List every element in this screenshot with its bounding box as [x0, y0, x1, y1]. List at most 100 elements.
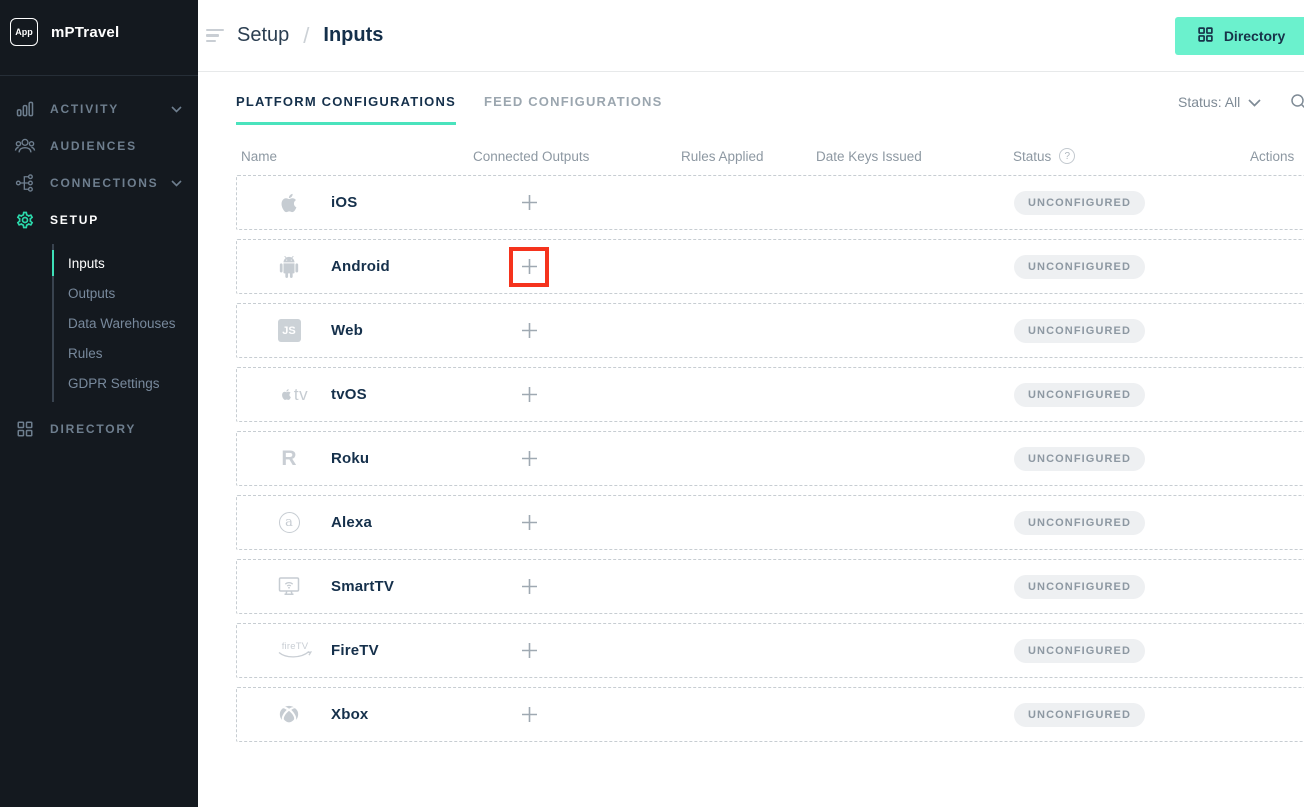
- sidebar: App mPTravel ACTIVITY: [0, 0, 198, 807]
- column-header-connected-outputs: Connected Outputs: [473, 149, 681, 164]
- table-row-alexa[interactable]: a Alexa UNCONFIGURED: [236, 495, 1304, 550]
- add-output-button[interactable]: [509, 567, 549, 607]
- top-header: Setup / Inputs Directory: [198, 0, 1304, 72]
- table-row-roku[interactable]: R Roku UNCONFIGURED: [236, 431, 1304, 486]
- directory-button[interactable]: Directory: [1175, 17, 1304, 55]
- workspace-switcher[interactable]: App mPTravel: [0, 0, 198, 62]
- chevron-down-icon: [171, 174, 182, 192]
- add-output-button[interactable]: [509, 183, 549, 223]
- platform-name: SmartTV: [331, 578, 394, 595]
- android-icon: [277, 256, 301, 278]
- main-area: Setup / Inputs Directory PLATFORM CONFIG…: [198, 0, 1304, 807]
- sidebar-item-directory[interactable]: DIRECTORY: [0, 410, 198, 447]
- sidebar-item-label: DIRECTORY: [50, 422, 136, 436]
- add-output-button[interactable]: [509, 439, 549, 479]
- sidebar-item-label: AUDIENCES: [50, 139, 137, 153]
- platform-name: Web: [331, 322, 363, 339]
- add-output-button[interactable]: [509, 375, 549, 415]
- column-header-name: Name: [236, 149, 473, 164]
- status-badge: UNCONFIGURED: [1014, 703, 1145, 727]
- sidebar-subitem-inputs[interactable]: Inputs: [54, 248, 198, 278]
- directory-button-label: Directory: [1224, 28, 1285, 44]
- table-row-web[interactable]: JS Web UNCONFIGURED: [236, 303, 1304, 358]
- sidebar-subitem-gdpr-settings[interactable]: GDPR Settings: [54, 368, 198, 398]
- page-title: Inputs: [323, 24, 383, 47]
- add-output-button[interactable]: [509, 311, 549, 351]
- platform-name: FireTV: [331, 642, 379, 659]
- status-badge: UNCONFIGURED: [1014, 255, 1145, 279]
- js-icon: JS: [277, 319, 301, 342]
- alexa-icon: a: [277, 512, 301, 533]
- sidebar-item-label: SETUP: [50, 213, 99, 227]
- people-icon: [13, 136, 37, 156]
- platform-name: Xbox: [331, 706, 368, 723]
- gear-icon: [13, 210, 37, 230]
- status-badge: UNCONFIGURED: [1014, 575, 1145, 599]
- table-row-firetv[interactable]: fireTV FireTV UNCONFIGURED: [236, 623, 1304, 678]
- status-badge: UNCONFIGURED: [1014, 383, 1145, 407]
- firetv-icon: fireTV: [277, 642, 313, 660]
- platform-rows: iOS UNCONFIGURED Android: [236, 175, 1304, 742]
- apple-icon: [277, 192, 301, 214]
- column-header-date-keys-issued: Date Keys Issued: [816, 149, 1013, 164]
- add-output-button[interactable]: [509, 695, 549, 735]
- platform-name: tvOS: [331, 386, 367, 403]
- chevron-down-icon: [171, 100, 182, 118]
- sidebar-item-connections[interactable]: CONNECTIONS: [0, 164, 198, 201]
- table-header-row: Name Connected Outputs Rules Applied Dat…: [236, 143, 1304, 169]
- table-row-tvos[interactable]: tv tvOS UNCONFIGURED: [236, 367, 1304, 422]
- app-root: App mPTravel ACTIVITY: [0, 0, 1304, 807]
- column-header-status: Status: [1013, 149, 1051, 164]
- sidebar-nav: ACTIVITY AUDIENCES: [0, 76, 198, 447]
- sidebar-subitem-outputs[interactable]: Outputs: [54, 278, 198, 308]
- status-badge: UNCONFIGURED: [1014, 319, 1145, 343]
- grid-icon: [1197, 26, 1214, 46]
- tvos-icon: tv: [277, 385, 311, 405]
- table-row-ios[interactable]: iOS UNCONFIGURED: [236, 175, 1304, 230]
- collapse-menu-icon[interactable]: [206, 29, 228, 43]
- sidebar-subitem-rules[interactable]: Rules: [54, 338, 198, 368]
- app-logo-badge: App: [10, 18, 38, 46]
- status-badge: UNCONFIGURED: [1014, 191, 1145, 215]
- sidebar-item-setup[interactable]: SETUP: [0, 201, 198, 238]
- toolbar: PLATFORM CONFIGURATIONS FEED CONFIGURATI…: [236, 94, 1304, 125]
- status-badge: UNCONFIGURED: [1014, 447, 1145, 471]
- status-filter-label: Status: All: [1178, 94, 1240, 110]
- grid-icon: [13, 420, 37, 438]
- tab-feed-configurations[interactable]: FEED CONFIGURATIONS: [484, 94, 663, 122]
- roku-icon: R: [277, 447, 301, 471]
- content-area: PLATFORM CONFIGURATIONS FEED CONFIGURATI…: [198, 72, 1304, 751]
- smarttv-icon: [277, 575, 301, 598]
- column-header-rules-applied: Rules Applied: [681, 149, 816, 164]
- network-icon: [13, 173, 37, 193]
- breadcrumb-section[interactable]: Setup: [237, 24, 289, 47]
- status-badge: UNCONFIGURED: [1014, 511, 1145, 535]
- tab-platform-configurations[interactable]: PLATFORM CONFIGURATIONS: [236, 94, 456, 125]
- add-output-button[interactable]: [509, 631, 549, 671]
- status-filter-dropdown[interactable]: Status: All: [1178, 94, 1261, 110]
- platform-name: iOS: [331, 194, 357, 211]
- workspace-name: mPTravel: [51, 24, 119, 41]
- table-row-smarttv[interactable]: SmartTV UNCONFIGURED: [236, 559, 1304, 614]
- sidebar-item-audiences[interactable]: AUDIENCES: [0, 127, 198, 164]
- platform-name: Android: [331, 258, 390, 275]
- bar-chart-icon: [13, 99, 37, 119]
- add-output-button-highlighted[interactable]: [509, 247, 549, 287]
- xbox-icon: [277, 704, 301, 726]
- column-header-actions: Actions: [1250, 149, 1304, 164]
- chevron-down-icon: [1248, 94, 1261, 110]
- setup-submenu: Inputs Outputs Data Warehouses Rules GDP…: [52, 244, 198, 402]
- sidebar-item-label: ACTIVITY: [50, 102, 119, 116]
- status-badge: UNCONFIGURED: [1014, 639, 1145, 663]
- breadcrumb-separator: /: [303, 23, 309, 49]
- sidebar-subitem-data-warehouses[interactable]: Data Warehouses: [54, 308, 198, 338]
- platform-name: Alexa: [331, 514, 372, 531]
- search-icon[interactable]: [1289, 92, 1304, 112]
- table-row-android[interactable]: Android UNCONFIGURED: [236, 239, 1304, 294]
- add-output-button[interactable]: [509, 503, 549, 543]
- platform-name: Roku: [331, 450, 369, 467]
- help-icon[interactable]: ?: [1059, 148, 1075, 164]
- sidebar-item-activity[interactable]: ACTIVITY: [0, 90, 198, 127]
- table-row-xbox[interactable]: Xbox UNCONFIGURED: [236, 687, 1304, 742]
- sidebar-item-label: CONNECTIONS: [50, 176, 158, 190]
